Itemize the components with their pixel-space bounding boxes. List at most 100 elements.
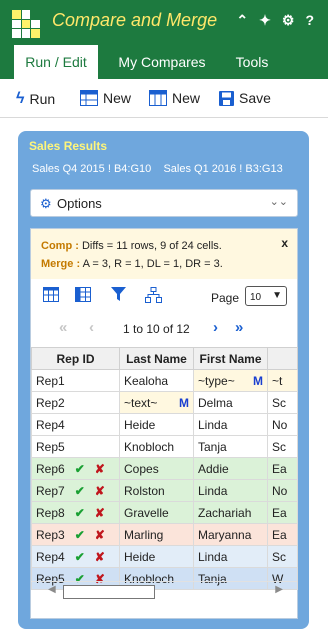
table-row[interactable]: Rep4 ✔ ✘ Heide Linda Sc	[31, 545, 298, 568]
cell-first[interactable]: ~type~ M	[193, 369, 268, 392]
cell-rep-id[interactable]: Rep5	[31, 435, 120, 458]
gear-icon[interactable]: ⚙	[282, 12, 295, 29]
filter-icon[interactable]	[111, 287, 126, 302]
new-merge-button[interactable]: New	[149, 90, 200, 106]
accept-check-icon[interactable]: ✔	[75, 462, 85, 476]
reject-cross-icon[interactable]: ✘	[95, 484, 105, 498]
merge-marker[interactable]: M	[179, 396, 189, 410]
help-icon[interactable]: ?	[305, 12, 314, 29]
cell-first[interactable]: Addie	[193, 457, 268, 480]
cell-rep-id[interactable]: Rep4	[31, 413, 120, 436]
collapse-icon[interactable]: ⌃	[236, 12, 248, 29]
cell-first[interactable]: Linda	[193, 479, 268, 502]
last-page-icon[interactable]: »	[235, 319, 243, 336]
cell-text: ~type~	[198, 373, 235, 388]
cell-text: No	[272, 417, 288, 432]
scroll-left-icon[interactable]: ◀	[48, 584, 56, 595]
accept-check-icon[interactable]: ✔	[75, 528, 85, 542]
options-bar[interactable]: ⚙ Options ⌄⌄	[30, 189, 298, 217]
pin-icon[interactable]: ✦	[259, 12, 271, 29]
scroll-thumb[interactable]	[63, 585, 155, 599]
cell-first[interactable]: Delma	[193, 391, 268, 414]
save-button[interactable]: Save	[219, 90, 271, 106]
hierarchy-icon[interactable]	[145, 287, 162, 303]
columns-icon[interactable]	[75, 287, 91, 302]
table-row[interactable]: Rep5 Knobloch Tanja Sc	[31, 435, 298, 458]
table-row[interactable]: Rep8 ✔ ✘ Gravelle Zachariah Ea	[31, 501, 298, 524]
cell-extra[interactable]: No	[267, 479, 298, 502]
cell-rep-id[interactable]: Rep6 ✔ ✘	[31, 457, 120, 480]
accept-check-icon[interactable]: ✔	[75, 484, 85, 498]
accept-check-icon[interactable]: ✔	[75, 550, 85, 564]
cell-last[interactable]: ~text~ M	[119, 391, 194, 414]
col-header-first-name[interactable]: First Name	[193, 347, 268, 370]
table-row[interactable]: Rep6 ✔ ✘ Copes Addie Ea	[31, 457, 298, 480]
cell-last[interactable]: Heide	[119, 545, 194, 568]
pager: « ‹ 1 to 10 of 12 › »	[31, 317, 297, 343]
cell-first[interactable]: Linda	[193, 413, 268, 436]
next-page-icon[interactable]: ›	[213, 319, 218, 336]
page-range: 1 to 10 of 12	[123, 322, 190, 336]
page-label: Page	[211, 291, 240, 305]
cell-last[interactable]: Knobloch	[119, 435, 194, 458]
table-row[interactable]: Rep2 ~text~ M Delma Sc	[31, 391, 298, 414]
cell-extra[interactable]: Ea	[267, 457, 298, 480]
cell-extra[interactable]: Sc	[267, 435, 298, 458]
table-row[interactable]: Rep4 Heide Linda No	[31, 413, 298, 436]
cell-last[interactable]: Copes	[119, 457, 194, 480]
cell-text: Knobloch	[124, 439, 175, 454]
accept-check-icon[interactable]: ✔	[75, 506, 85, 520]
cell-extra[interactable]: Sc	[267, 545, 298, 568]
cell-last[interactable]: Marling	[119, 523, 194, 546]
cell-first[interactable]: Maryanna	[193, 523, 268, 546]
cell-text: Linda	[198, 549, 228, 564]
reject-cross-icon[interactable]: ✘	[95, 462, 105, 476]
table-row[interactable]: Rep3 ✔ ✘ Marling Maryanna Ea	[31, 523, 298, 546]
cell-extra[interactable]: No	[267, 413, 298, 436]
merge-text: A = 3, R = 1, DL = 1, DR = 3.	[80, 258, 223, 270]
cell-rep-id[interactable]: Rep2	[31, 391, 120, 414]
tab-my-compares[interactable]: My Compares	[112, 45, 212, 79]
close-summary-button[interactable]: x	[281, 236, 288, 250]
grid-view-icon[interactable]	[43, 287, 59, 302]
reject-cross-icon[interactable]: ✘	[95, 528, 105, 542]
cell-last[interactable]: Heide	[119, 413, 194, 436]
cell-rep-id[interactable]: Rep8 ✔ ✘	[31, 501, 120, 524]
table-row[interactable]: Rep7 ✔ ✘ Rolston Linda No	[31, 479, 298, 502]
cell-last[interactable]: Rolston	[119, 479, 194, 502]
new-label-1: New	[103, 90, 132, 106]
rep-id-text: Rep3	[36, 527, 65, 542]
page-size-select[interactable]: 10 ▼	[245, 286, 287, 306]
first-page-icon[interactable]: «	[59, 319, 67, 336]
run-button[interactable]: ϟ Run	[16, 90, 55, 108]
cell-first[interactable]: Zachariah	[193, 501, 268, 524]
page-size-value: 10	[250, 292, 262, 303]
tab-run-edit[interactable]: Run / Edit	[14, 45, 98, 79]
cell-rep-id[interactable]: Rep1	[31, 369, 120, 392]
new-compare-button[interactable]: New	[80, 90, 131, 106]
tab-tools[interactable]: Tools	[226, 45, 278, 79]
col-header-last-name[interactable]: Last Name	[119, 347, 194, 370]
cell-first[interactable]: Linda	[193, 545, 268, 568]
scroll-right-icon[interactable]: ▶	[275, 584, 283, 595]
cell-last[interactable]: Gravelle	[119, 501, 194, 524]
prev-page-icon[interactable]: ‹	[89, 319, 94, 336]
horizontal-scrollbar[interactable]: ◀ ▶	[31, 581, 297, 599]
cell-text: Ea	[272, 461, 287, 476]
cell-rep-id[interactable]: Rep4 ✔ ✘	[31, 545, 120, 568]
table-row[interactable]: Rep1 Kealoha ~type~ M ~t	[31, 369, 298, 392]
merge-marker[interactable]: M	[253, 374, 263, 388]
col-header-rep-id[interactable]: Rep ID	[31, 347, 120, 370]
expand-chevron-icon[interactable]: ⌄⌄	[270, 195, 288, 208]
cell-extra[interactable]: Ea	[267, 523, 298, 546]
cell-first[interactable]: Tanja	[193, 435, 268, 458]
cell-extra[interactable]: Sc	[267, 391, 298, 414]
reject-cross-icon[interactable]: ✘	[95, 550, 105, 564]
cell-extra[interactable]: Ea	[267, 501, 298, 524]
cell-last[interactable]: Kealoha	[119, 369, 194, 392]
cell-rep-id[interactable]: Rep7 ✔ ✘	[31, 479, 120, 502]
cell-rep-id[interactable]: Rep3 ✔ ✘	[31, 523, 120, 546]
col-header-extra[interactable]	[267, 347, 298, 370]
reject-cross-icon[interactable]: ✘	[95, 506, 105, 520]
cell-extra[interactable]: ~t	[267, 369, 298, 392]
